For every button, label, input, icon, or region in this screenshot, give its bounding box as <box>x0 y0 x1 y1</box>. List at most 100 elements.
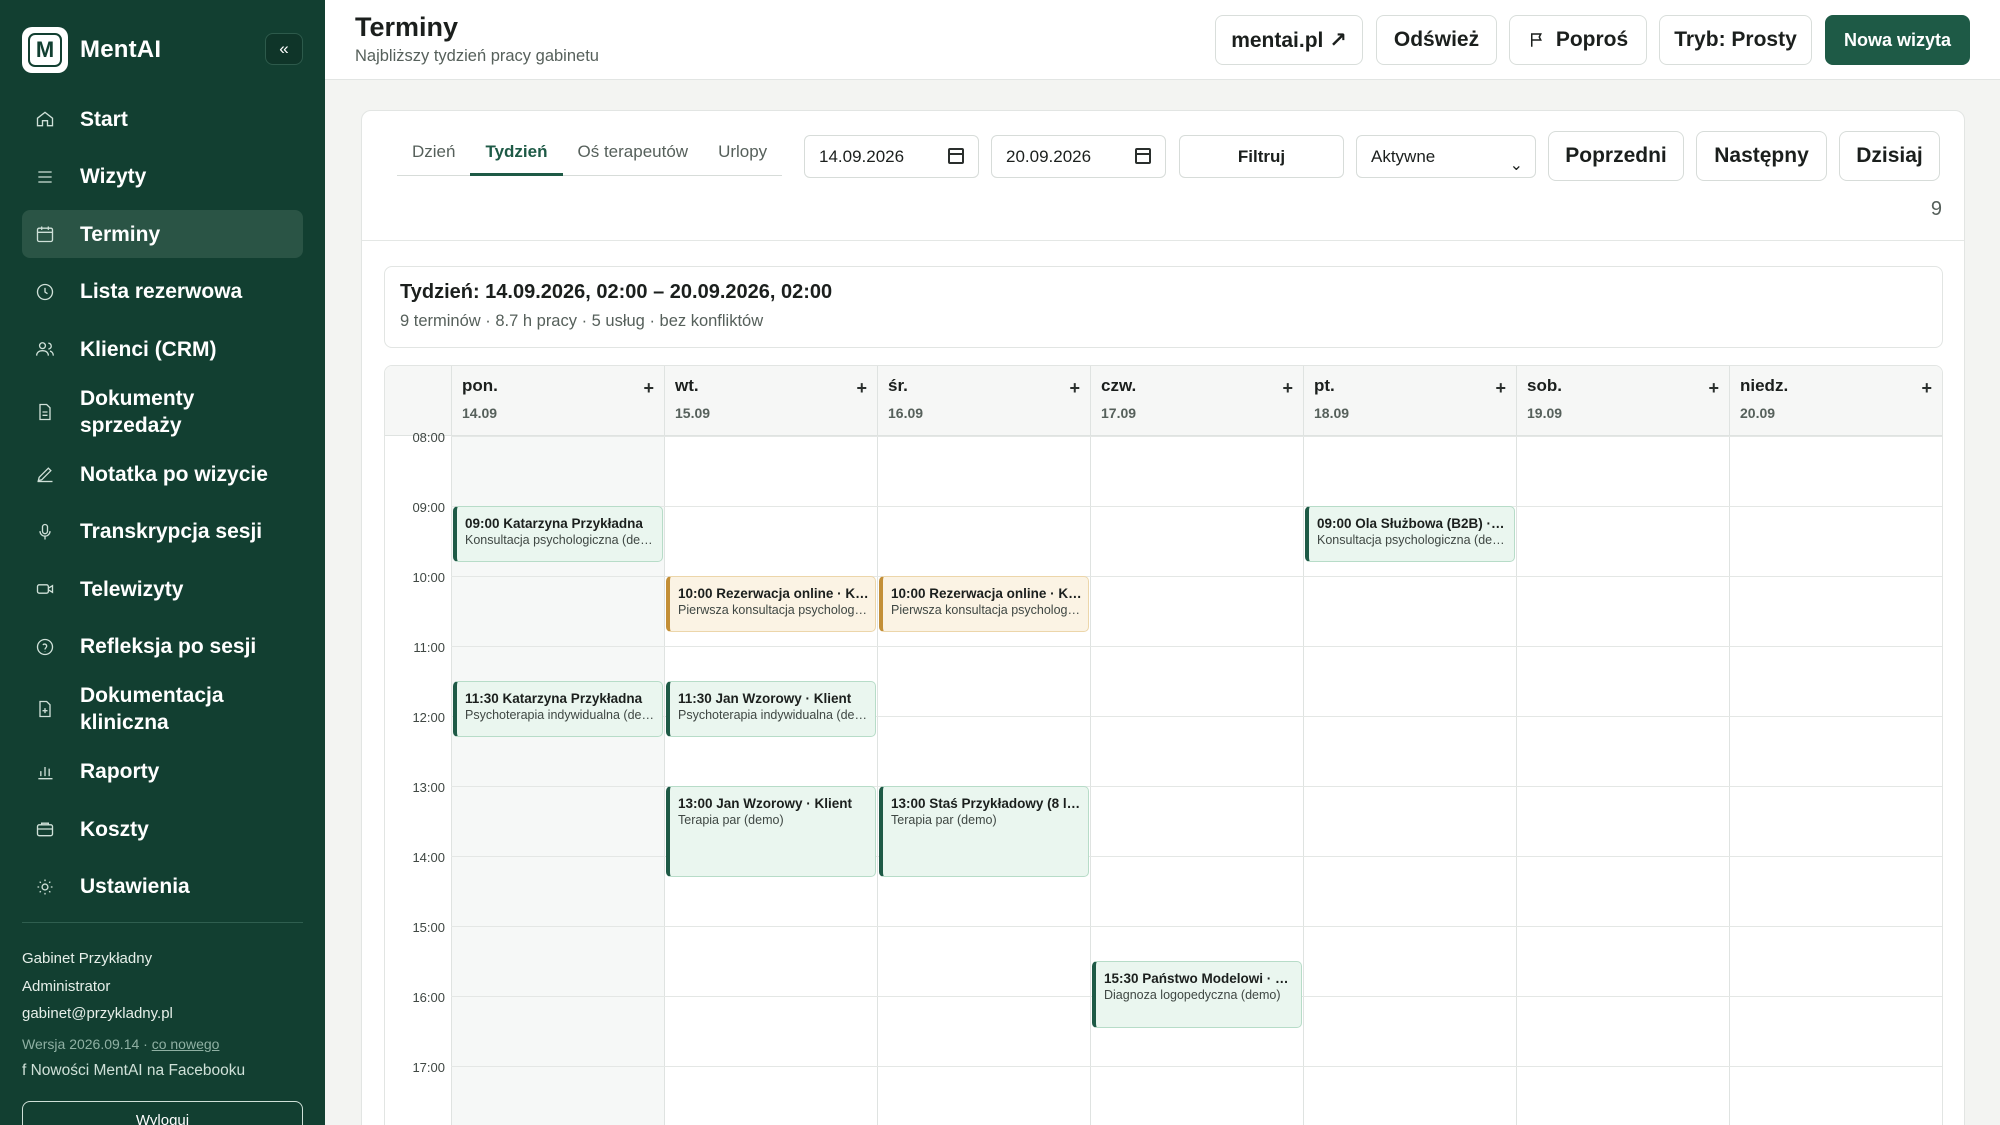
time-label: 14:00 <box>412 850 445 865</box>
tab-urlopy[interactable]: Urlopy <box>703 131 782 176</box>
sidebar-item-dokumenty-sprzedazy[interactable]: Dokumenty sprzedaży <box>22 383 303 441</box>
appointment-event[interactable]: 15:30 Państwo Modelowi · Klient Diagnoza … <box>1092 961 1302 1028</box>
appointment-event[interactable]: 10:00 Rezerwacja online · Klient Pierwsza… <box>666 576 876 632</box>
logout-button[interactable]: Wyloguj <box>22 1101 303 1125</box>
calendar-icon <box>34 223 56 245</box>
whats-new-link[interactable]: co nowego <box>152 1036 220 1052</box>
appointment-event[interactable]: 13:00 Jan Wzorowy · Klient Terapia par (d… <box>666 786 876 877</box>
add-appointment-button[interactable]: + <box>1282 378 1293 399</box>
site-link-button[interactable]: mentai.pl ↗ <box>1215 15 1363 65</box>
appointment-title: 15:30 Państwo Modelowi · Klient <box>1104 971 1295 986</box>
sidebar-item-label: Koszty <box>80 817 149 841</box>
tab-os-terapeutow[interactable]: Oś terapeutów <box>563 131 704 176</box>
day-column[interactable] <box>1516 436 1729 1125</box>
account-info: Gabinet Przykładny Administrator gabinet… <box>22 945 173 1028</box>
sidebar-item-koszty[interactable]: Koszty <box>22 805 303 853</box>
help-circle-icon <box>34 636 56 658</box>
sidebar-item-dokumentacja[interactable]: Dokumentacja kliniczna <box>22 680 303 738</box>
day-date: 20.09 <box>1740 405 1776 421</box>
sidebar-item-notatka[interactable]: Notatka po wizycie <box>22 450 303 498</box>
schedule-toolbar: Dzień Tydzień Oś terapeutów Urlopy 14.09… <box>362 111 1964 241</box>
today-button[interactable]: Dzisiaj <box>1839 131 1940 181</box>
wallet-icon <box>34 818 56 840</box>
sidebar-item-raporty[interactable]: Raporty <box>22 748 303 796</box>
page-title: Terminy <box>355 12 459 42</box>
hour-line <box>451 436 1942 437</box>
logo-mark: M <box>28 33 62 67</box>
time-label: 11:00 <box>413 640 445 655</box>
prev-week-button[interactable]: Poprzedni <box>1548 131 1684 181</box>
time-label: 08:00 <box>412 430 445 445</box>
sidebar-item-transkrypcja[interactable]: Transkrypcja sesji <box>22 508 303 556</box>
add-appointment-button[interactable]: + <box>856 378 867 399</box>
appointment-title: 10:00 Rezerwacja online · Klient <box>678 586 869 601</box>
sidebar-item-wizyty[interactable]: Wizyty <box>22 153 303 201</box>
new-visit-button[interactable]: Nowa wizyta <box>1825 15 1970 65</box>
date-to-input[interactable]: 20.09.2026 <box>991 135 1166 178</box>
filter-button[interactable]: Filtruj <box>1179 135 1344 178</box>
appointment-event[interactable]: 09:00 Ola Służbowa (B2B) · Klient Konsult… <box>1305 506 1515 562</box>
day-name: wt. <box>675 376 699 395</box>
sidebar-item-telewizyty[interactable]: Telewizyty <box>22 565 303 613</box>
brand[interactable]: M MentAI <box>22 27 161 73</box>
add-appointment-button[interactable]: + <box>643 378 654 399</box>
appointment-event[interactable]: 11:30 Jan Wzorowy · Klient Psychoterapia … <box>666 681 876 737</box>
sidebar-item-start[interactable]: Start <box>22 95 303 143</box>
day-column[interactable] <box>1729 436 1942 1125</box>
sidebar-item-lista-rezerwowa[interactable]: Lista rezerwowa <box>22 268 303 316</box>
sidebar-item-label: Dokumenty sprzedaży <box>80 386 195 437</box>
time-label: 12:00 <box>412 710 445 725</box>
brand-name: MentAI <box>80 36 162 63</box>
date-from-input[interactable]: 14.09.2026 <box>804 135 979 178</box>
day-date: 14.09 <box>462 405 498 421</box>
user-role: Administrator <box>22 977 111 995</box>
main-content: Terminy Najbliższy tydzień pracy gabinet… <box>325 0 2000 1125</box>
add-appointment-button[interactable]: + <box>1708 378 1719 399</box>
page-subtitle: Najbliższy tydzień pracy gabinetu <box>355 47 599 65</box>
day-column[interactable] <box>664 436 877 1125</box>
ask-label: Poproś <box>1555 28 1629 51</box>
appointment-event[interactable]: 09:00 Katarzyna Przykładna Konsultacja ps… <box>453 506 663 562</box>
appointment-event[interactable]: 10:00 Rezerwacja online · Klient Pierwsza… <box>879 576 1089 632</box>
calendar-header: pon. 14.09 + wt. 15.09 + śr. 16.09 + czw. 17.09 + pt… <box>385 366 1942 436</box>
facebook-link[interactable]: f Nowości MentAI na Facebooku <box>22 1062 245 1080</box>
add-appointment-button[interactable]: + <box>1069 378 1080 399</box>
add-appointment-button[interactable]: + <box>1495 378 1506 399</box>
time-label: 09:00 <box>412 500 445 515</box>
sidebar-item-terminy[interactable]: Terminy <box>22 210 303 258</box>
collapse-sidebar-button[interactable]: « <box>265 33 303 65</box>
tab-dzien[interactable]: Dzień <box>397 131 470 176</box>
day-header: śr. 16.09 + <box>877 366 1090 436</box>
topbar: Terminy Najbliższy tydzień pracy gabinet… <box>325 0 2000 80</box>
tab-tydzien[interactable]: Tydzień <box>470 131 563 176</box>
sun-icon <box>34 876 56 898</box>
org-name: Gabinet Przykładny <box>22 950 153 967</box>
appointment-service: Pierwsza konsultacja psychologiczna <box>891 603 1082 617</box>
schedule-card: Dzień Tydzień Oś terapeutów Urlopy 14.09… <box>361 110 1965 1125</box>
next-week-button[interactable]: Następny <box>1696 131 1827 181</box>
day-name: sob. <box>1527 376 1562 395</box>
day-column[interactable] <box>877 436 1090 1125</box>
sidebar-item-label: Lista rezerwowa <box>80 280 243 303</box>
bar-chart-icon <box>34 761 56 783</box>
sidebar-item-klienci[interactable]: Klienci (CRM) <box>22 325 303 373</box>
sidebar-item-label: Start <box>80 107 128 131</box>
sidebar-item-ustawienia[interactable]: Ustawienia <box>22 863 303 911</box>
status-select[interactable]: Aktywne ⌄ <box>1356 135 1536 178</box>
day-header: sob. 19.09 + <box>1516 366 1729 436</box>
version-text: Wersja 2026.09.14 · <box>22 1036 152 1052</box>
add-appointment-button[interactable]: + <box>1921 378 1932 399</box>
mode-button[interactable]: Tryb: Prosty <box>1659 15 1812 65</box>
appointment-event[interactable]: 11:30 Katarzyna Przykładna Psychoterapia … <box>453 681 663 737</box>
day-date: 18.09 <box>1314 405 1350 421</box>
appointment-event[interactable]: 13:00 Staś Przykładowy (8 lat) Terapia pa… <box>879 786 1089 877</box>
mic-icon <box>34 521 56 543</box>
ask-button[interactable]: Poproś <box>1509 15 1647 65</box>
time-label: 10:00 <box>412 570 445 585</box>
sidebar-item-label: Telewizyty <box>80 577 184 601</box>
appointment-title: 11:30 Katarzyna Przykładna <box>465 691 643 706</box>
sidebar-item-label: Terminy <box>80 222 161 246</box>
sidebar-item-refleksja[interactable]: Refleksja po sesji <box>22 623 303 671</box>
appointment-service: Terapia par (demo) <box>891 813 997 827</box>
refresh-button[interactable]: Odśwież <box>1376 15 1497 65</box>
